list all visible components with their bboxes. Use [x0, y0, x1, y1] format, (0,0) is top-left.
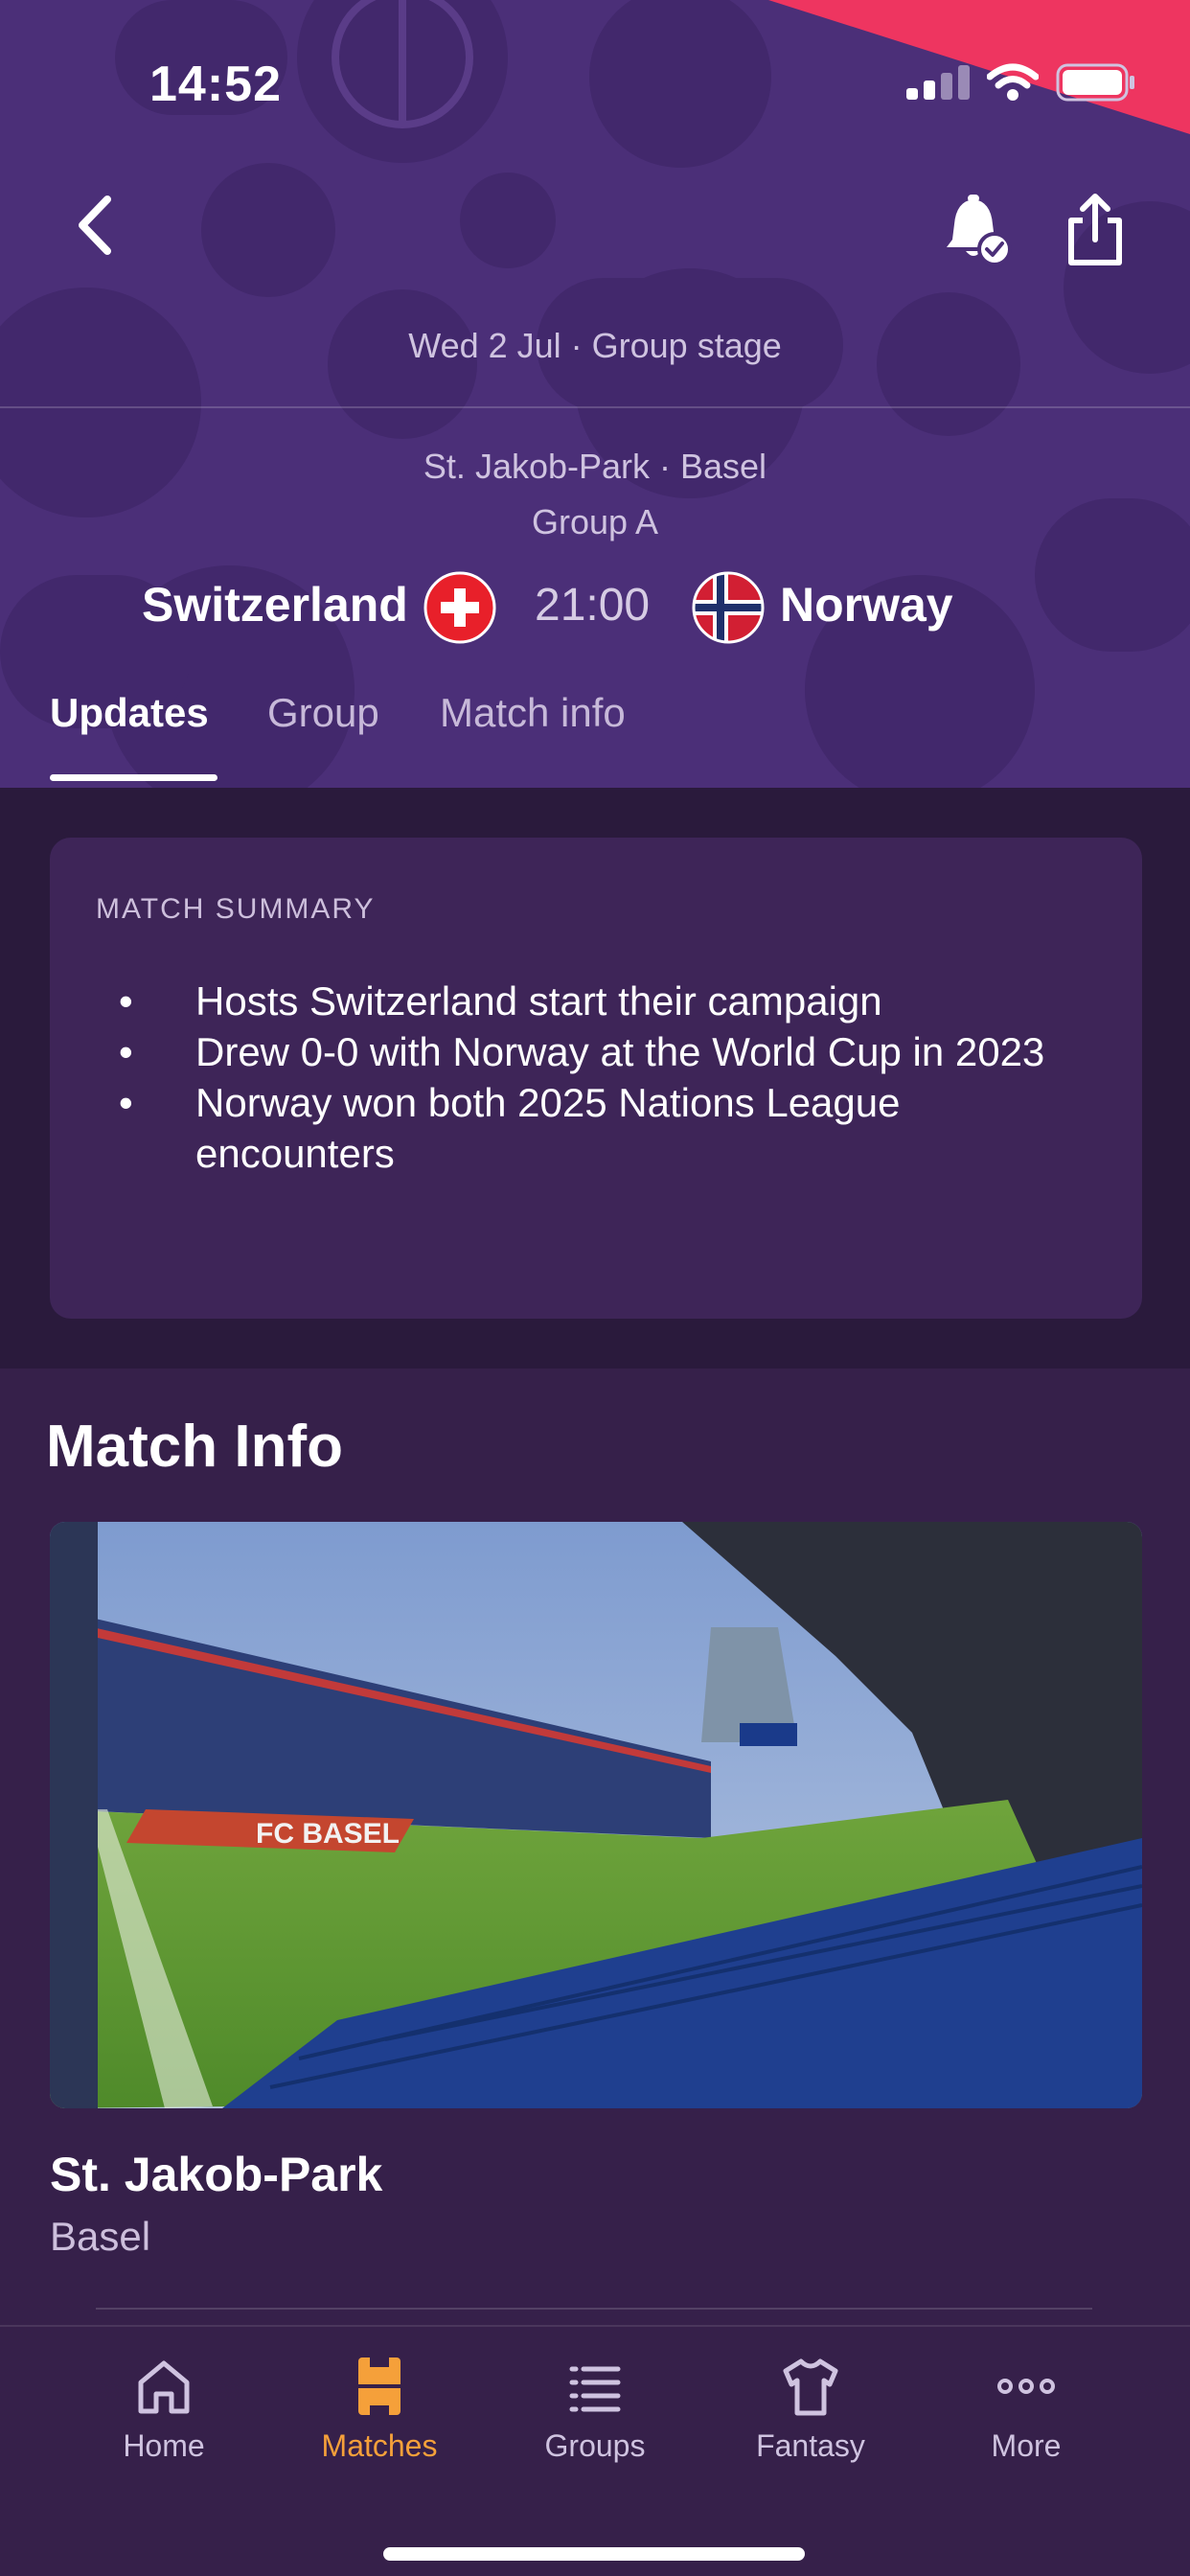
nav-fantasy-label: Fantasy [756, 2428, 865, 2463]
stadium-city: Basel [50, 2214, 151, 2259]
cellular-signal-icon [906, 65, 970, 100]
wifi-icon [987, 63, 1039, 101]
share-icon [1068, 194, 1122, 265]
match-info-heading: Match Info [46, 1414, 343, 1480]
status-time: 14:52 [149, 57, 282, 112]
match-header: 14:52 Wed 2 Jul · Group stage St. Jakob-… [0, 0, 1190, 788]
summary-bullet-text: Hosts Switzerland start their campaign [195, 978, 882, 1024]
nav-more-label: More [991, 2428, 1062, 2463]
tab-updates[interactable]: Updates [50, 690, 209, 736]
summary-bullet: • Norway won both 2025 Nations League enc… [119, 1080, 901, 1176]
match-info-section: Match Info FC BASEL St. Jakob-Park Basel [0, 1368, 1190, 2327]
nav-home[interactable]: Home [68, 2356, 260, 2464]
switzerland-flag-icon[interactable] [423, 571, 496, 644]
home-team-name[interactable]: Switzerland [142, 577, 408, 632]
match-page: 14:52 Wed 2 Jul · Group stage St. Jakob-… [0, 0, 1190, 2576]
home-indicator[interactable] [383, 2547, 805, 2561]
kickoff-time: 21:00 [535, 580, 651, 631]
nav-home-label: Home [123, 2428, 205, 2463]
summary-bullet: • Drew 0-0 with Norway at the World Cup i… [119, 1029, 1045, 1074]
match-venue: St. Jakob-Park · Basel [423, 447, 767, 486]
pitch-icon [358, 2358, 400, 2415]
match-tabs: Updates Group Match info [0, 690, 1190, 786]
header-divider [0, 406, 1190, 408]
nav-matches-label: Matches [321, 2428, 438, 2463]
info-divider [96, 2308, 1092, 2310]
nav-fantasy[interactable]: Fantasy [715, 2356, 906, 2464]
summary-bullet-text: Drew 0-0 with Norway at the World Cup in… [195, 1029, 1045, 1074]
stadium-banner-text: FC BASEL [256, 1818, 400, 1850]
status-icons [906, 63, 1136, 102]
match-date-stage: Wed 2 Jul · Group stage [408, 326, 782, 365]
notifications-button[interactable] [939, 192, 1016, 268]
shirt-icon [783, 2358, 838, 2416]
nav-matches[interactable]: Matches [284, 2356, 475, 2464]
nav-more[interactable]: More [930, 2356, 1122, 2464]
share-button[interactable] [1062, 192, 1129, 268]
summary-title: MATCH SUMMARY [96, 893, 376, 925]
more-icon [997, 2379, 1055, 2394]
match-summary-card: MATCH SUMMARY • Hosts Switzerland start t… [50, 838, 1142, 1319]
home-icon [138, 2360, 190, 2414]
stadium-photo[interactable]: FC BASEL [50, 1522, 1142, 2108]
battery-icon [1056, 63, 1134, 102]
summary-bullet-list: • Hosts Switzerland start their campaign … [119, 976, 1096, 1179]
summary-bullet: • Hosts Switzerland start their campaign [119, 978, 882, 1024]
match-group: Group A [531, 502, 659, 541]
chevron-left-icon [79, 196, 111, 255]
summary-bullet-text: Norway won both 2025 Nations League enco… [195, 1080, 901, 1176]
back-button[interactable] [69, 192, 126, 259]
nav-groups-label: Groups [544, 2428, 646, 2463]
list-icon [569, 2366, 621, 2412]
bottom-tab-bar: Home Matches Groups Fantasy More [0, 2325, 1190, 2576]
active-tab-indicator [50, 774, 217, 781]
tab-match-info[interactable]: Match info [440, 690, 626, 736]
stadium-name: St. Jakob-Park [50, 2148, 383, 2201]
norway-flag-icon[interactable] [692, 571, 765, 644]
tab-group[interactable]: Group [267, 690, 379, 736]
bell-check-icon [947, 195, 1012, 266]
away-team-name[interactable]: Norway [780, 577, 953, 632]
nav-groups[interactable]: Groups [499, 2356, 691, 2464]
